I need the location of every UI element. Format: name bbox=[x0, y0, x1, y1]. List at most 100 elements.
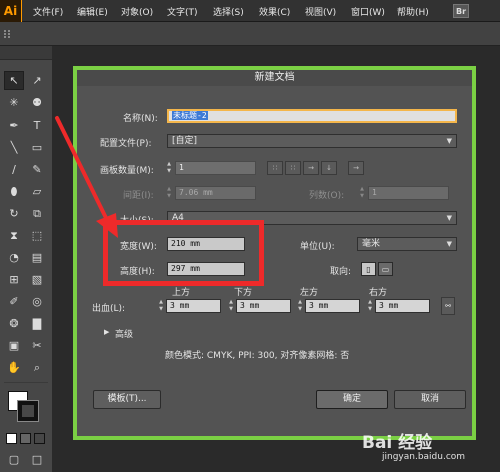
advanced-toggle[interactable]: 高级 bbox=[115, 327, 133, 340]
profile-select[interactable]: [自定] ▼ bbox=[167, 134, 457, 148]
blend-tool-icon[interactable]: ◎ bbox=[27, 292, 47, 311]
type-tool-icon[interactable]: T bbox=[27, 116, 47, 135]
ok-button[interactable]: 确定 bbox=[316, 390, 388, 409]
stroke-swatch[interactable] bbox=[17, 400, 39, 422]
spinner-icon[interactable]: ▲ ▼ bbox=[358, 186, 366, 200]
paintbrush-tool-icon[interactable]: ∕ bbox=[4, 160, 24, 179]
menu-edit[interactable]: 编辑(E) bbox=[77, 5, 108, 18]
rectangle-tool-icon[interactable]: ▭ bbox=[27, 138, 47, 157]
magic-wand-tool-icon[interactable]: ✳ bbox=[4, 93, 24, 112]
spinner-icon[interactable]: ▲ ▼ bbox=[165, 161, 173, 175]
mesh-tool-icon[interactable]: ⊞ bbox=[4, 270, 24, 289]
chevron-down-icon: ▼ bbox=[446, 240, 452, 248]
cancel-button[interactable]: 取消 bbox=[394, 390, 466, 409]
portrait-orientation-icon[interactable]: ▯ bbox=[361, 262, 376, 276]
name-label: 名称(N): bbox=[123, 114, 158, 124]
orientation-label: 取向: bbox=[330, 267, 352, 277]
menu-window[interactable]: 窗口(W) bbox=[351, 5, 385, 18]
lasso-tool-icon[interactable]: ⚉ bbox=[27, 93, 47, 112]
selection-tool-icon[interactable]: ↖ bbox=[4, 71, 24, 90]
pen-tool-icon[interactable]: ✒ bbox=[4, 116, 24, 135]
menu-effect[interactable]: 效果(C) bbox=[259, 5, 290, 18]
menu-object[interactable]: 对象(O) bbox=[121, 5, 153, 18]
symbol-sprayer-tool-icon[interactable]: ❂ bbox=[4, 314, 24, 333]
document-info: 颜色模式: CMYK, PPI: 300, 对齐像素网格: 否 bbox=[165, 351, 350, 361]
menu-select[interactable]: 选择(S) bbox=[213, 5, 244, 18]
spinner-icon[interactable]: ▲ ▼ bbox=[165, 186, 173, 200]
grid-by-row-icon[interactable]: ∷ bbox=[267, 161, 283, 175]
bleed-bottom-label: 下方 bbox=[234, 288, 253, 298]
units-label: 单位(U): bbox=[300, 242, 335, 252]
rotate-tool-icon[interactable]: ↻ bbox=[4, 204, 24, 223]
direct-selection-tool-icon[interactable]: ↗ bbox=[27, 71, 47, 90]
menu-file[interactable]: 文件(F) bbox=[33, 5, 63, 18]
spinner-icon[interactable]: ▲ ▼ bbox=[227, 299, 235, 313]
bleed-top-input[interactable]: 3 mm bbox=[166, 299, 221, 313]
bleed-label: 出血(L): bbox=[92, 304, 126, 314]
profile-value: [自定] bbox=[172, 136, 198, 146]
screen-mode-icon[interactable]: □ bbox=[27, 450, 47, 469]
artboards-label: 画板数量(M): bbox=[100, 166, 154, 176]
free-transform-tool-icon[interactable]: ⬚ bbox=[27, 226, 47, 245]
templates-button[interactable]: 模板(T)... bbox=[93, 390, 161, 409]
scale-tool-icon[interactable]: ⧉ bbox=[27, 204, 47, 223]
spacing-input[interactable]: 7.06 mm bbox=[175, 186, 256, 200]
menu-help[interactable]: 帮助(H) bbox=[397, 5, 429, 18]
gradient-tool-icon[interactable]: ▧ bbox=[27, 270, 47, 289]
arrange-column-icon[interactable]: ↓ bbox=[321, 161, 337, 175]
bleed-left-label: 左方 bbox=[300, 288, 319, 298]
spinner-icon[interactable]: ▲ ▼ bbox=[366, 299, 374, 313]
baidu-watermark-url: jingyan.baidu.com bbox=[382, 452, 466, 462]
none-mode-swatch[interactable] bbox=[34, 433, 45, 444]
units-value: 毫米 bbox=[362, 239, 381, 249]
bleed-right-label: 右方 bbox=[369, 288, 388, 298]
link-icon[interactable]: ⚯ bbox=[441, 297, 455, 315]
gradient-mode-swatch[interactable] bbox=[20, 433, 31, 444]
menu-view[interactable]: 视图(V) bbox=[305, 5, 336, 18]
color-mode-swatch[interactable] bbox=[6, 433, 17, 444]
shape-builder-tool-icon[interactable]: ◔ bbox=[4, 248, 24, 267]
bleed-right-input[interactable]: 3 mm bbox=[375, 299, 430, 313]
dialog-title: 新建文档 bbox=[77, 70, 472, 86]
artboards-input[interactable]: 1 bbox=[175, 161, 256, 175]
hand-tool-icon[interactable]: ✋ bbox=[4, 358, 24, 377]
columns-label: 列数(O): bbox=[309, 191, 345, 201]
line-tool-icon[interactable]: ╲ bbox=[4, 138, 24, 157]
bleed-top-label: 上方 bbox=[172, 288, 191, 298]
zoom-tool-icon[interactable]: ⌕ bbox=[27, 358, 47, 377]
name-value: 未标题-2 bbox=[172, 111, 208, 120]
perspective-grid-tool-icon[interactable]: ▤ bbox=[27, 248, 47, 267]
arrange-row-icon[interactable]: → bbox=[303, 161, 319, 175]
eyedropper-tool-icon[interactable]: ✐ bbox=[4, 292, 24, 311]
blob-brush-tool-icon[interactable]: ⬮ bbox=[4, 182, 24, 201]
column-graph-tool-icon[interactable]: ▇ bbox=[27, 314, 47, 333]
pencil-tool-icon[interactable]: ✎ bbox=[27, 160, 47, 179]
eraser-tool-icon[interactable]: ▱ bbox=[27, 182, 47, 201]
toolbox-header[interactable] bbox=[0, 46, 52, 60]
landscape-orientation-icon[interactable]: ▭ bbox=[378, 262, 393, 276]
annotation-box bbox=[103, 220, 264, 286]
chevron-down-icon: ▼ bbox=[446, 137, 452, 145]
columns-input[interactable]: 1 bbox=[368, 186, 449, 200]
layout-direction-icon[interactable]: → bbox=[348, 161, 364, 175]
spinner-icon[interactable]: ▲ ▼ bbox=[157, 299, 165, 313]
bleed-bottom-input[interactable]: 3 mm bbox=[236, 299, 291, 313]
spacing-label: 间距(I): bbox=[123, 191, 154, 201]
bridge-button[interactable]: Br bbox=[453, 4, 469, 18]
menu-type[interactable]: 文字(T) bbox=[167, 5, 198, 18]
artboard-tool-icon[interactable]: ▣ bbox=[4, 336, 24, 355]
grip-icon[interactable] bbox=[4, 30, 10, 38]
bleed-left-input[interactable]: 3 mm bbox=[305, 299, 360, 313]
spinner-icon[interactable]: ▲ ▼ bbox=[296, 299, 304, 313]
toolbox: ↖ ↗ ✳ ⚉ ✒ T ╲ ▭ ∕ ✎ ⬮ ▱ ↻ ⧉ ⧗ ⬚ ◔ ▤ ⊞ ▧ … bbox=[0, 46, 53, 472]
units-select[interactable]: 毫米 ▼ bbox=[357, 237, 457, 251]
slice-tool-icon[interactable]: ✂ bbox=[27, 336, 47, 355]
illustrator-logo: Ai bbox=[0, 0, 22, 22]
draw-mode-icon[interactable]: ▢ bbox=[4, 450, 24, 469]
width-tool-icon[interactable]: ⧗ bbox=[4, 226, 24, 245]
menu-bar: Ai 文件(F) 编辑(E) 对象(O) 文字(T) 选择(S) 效果(C) 视… bbox=[0, 0, 500, 22]
control-bar bbox=[0, 22, 500, 46]
name-input[interactable]: 未标题-2 bbox=[167, 109, 457, 123]
grid-by-column-icon[interactable]: ∷ bbox=[285, 161, 301, 175]
chevron-right-icon[interactable]: ▶ bbox=[104, 328, 109, 336]
